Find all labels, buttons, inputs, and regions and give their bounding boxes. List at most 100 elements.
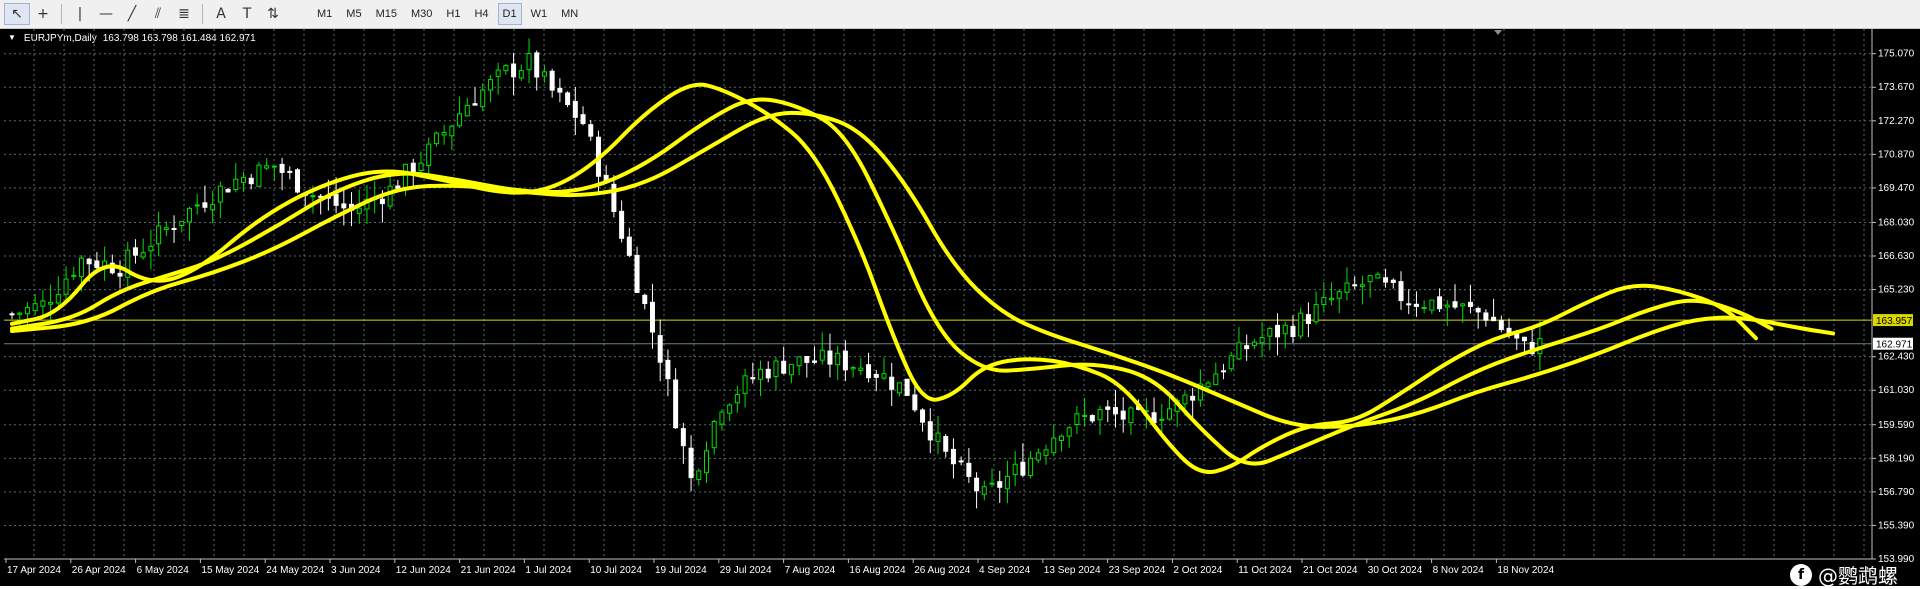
candle-body bbox=[1313, 304, 1319, 323]
price-chart[interactable]: 175.070 173.670 172.270 170.870 169.470 168.0… bbox=[0, 29, 1920, 586]
candle-body bbox=[549, 70, 555, 91]
candle-body bbox=[341, 203, 347, 209]
time-tick-label: 24 May 2024 bbox=[266, 565, 324, 576]
timeframe-m15-button[interactable]: M15 bbox=[371, 3, 402, 25]
candle-body bbox=[904, 378, 910, 396]
candle-body bbox=[248, 177, 254, 185]
candle-body bbox=[889, 376, 895, 390]
price-tick-label: 175.070 bbox=[1878, 49, 1915, 60]
candle-body bbox=[256, 164, 262, 187]
candle-body bbox=[271, 165, 277, 168]
price-tick-label: 168.030 bbox=[1878, 217, 1915, 228]
timeframe-m1-button[interactable]: M1 bbox=[312, 3, 337, 25]
candle-body bbox=[117, 272, 123, 277]
candle-body bbox=[94, 260, 100, 269]
candle-body bbox=[55, 294, 61, 304]
trendline-icon[interactable]: ╱ bbox=[119, 3, 145, 25]
candle-body bbox=[665, 359, 671, 380]
candle-body bbox=[63, 278, 69, 295]
candle-body bbox=[1467, 301, 1473, 308]
candle-body bbox=[534, 52, 540, 78]
candle-body bbox=[333, 193, 339, 206]
time-tick-label: 8 Nov 2024 bbox=[1433, 565, 1485, 576]
candle-body bbox=[1051, 437, 1057, 454]
candle-body bbox=[1437, 296, 1443, 310]
chart-window[interactable]: ▼ EURJPYm,Daily 163.798 163.798 161.484 … bbox=[0, 29, 1920, 589]
candle-body bbox=[264, 165, 270, 169]
candle-body bbox=[727, 404, 733, 414]
candle-body bbox=[140, 252, 146, 258]
vertical-line-icon[interactable]: | bbox=[67, 3, 93, 25]
timeframe-h4-button[interactable]: H4 bbox=[469, 3, 493, 25]
candle-body bbox=[1182, 394, 1188, 405]
candle-body bbox=[503, 65, 509, 72]
time-tick-label: 26 Apr 2024 bbox=[72, 565, 126, 576]
candle-body bbox=[1221, 370, 1227, 373]
candle-body bbox=[279, 163, 285, 173]
candle-body bbox=[1190, 395, 1196, 401]
price-tick-label: 170.870 bbox=[1878, 149, 1915, 160]
candle-body bbox=[966, 462, 972, 477]
candle-body bbox=[881, 373, 887, 379]
candle-body bbox=[225, 188, 231, 193]
candle-body bbox=[1167, 408, 1172, 420]
horizontal-line-icon[interactable]: — bbox=[93, 3, 119, 25]
time-tick-label: 17 Apr 2024 bbox=[7, 565, 61, 576]
candle-body bbox=[71, 274, 77, 277]
candle-body bbox=[1259, 337, 1265, 344]
candle-body bbox=[1367, 275, 1373, 283]
candle-body bbox=[194, 204, 200, 207]
candle-body bbox=[580, 114, 586, 125]
candle-body bbox=[649, 301, 655, 333]
timeframe-h1-button[interactable]: H1 bbox=[441, 3, 465, 25]
current-price-label: 162.971 bbox=[1876, 340, 1913, 351]
timeframe-mn-button[interactable]: MN bbox=[556, 3, 583, 25]
candle-body bbox=[696, 470, 702, 480]
candle-body bbox=[241, 176, 246, 183]
candle-body bbox=[1452, 301, 1458, 308]
candle-body bbox=[850, 366, 856, 370]
timeframe-w1-button[interactable]: W1 bbox=[526, 3, 553, 25]
watermark: f @鹦鹉螺 bbox=[1790, 560, 1898, 589]
price-tick-label: 159.590 bbox=[1878, 420, 1915, 431]
candle-body bbox=[17, 312, 23, 315]
timeframe-d1-button[interactable]: D1 bbox=[497, 3, 522, 25]
candle-body bbox=[1159, 418, 1165, 421]
crosshair-icon[interactable]: + bbox=[30, 3, 56, 25]
candle-body bbox=[680, 428, 686, 447]
timeframe-m5-button[interactable]: M5 bbox=[341, 3, 366, 25]
cursor-icon[interactable]: ↖ bbox=[4, 3, 30, 25]
candle-body bbox=[1413, 303, 1419, 307]
time-tick-label: 13 Sep 2024 bbox=[1044, 565, 1101, 576]
time-tick-label: 11 Oct 2024 bbox=[1238, 565, 1292, 576]
chart-shift-marker-icon[interactable] bbox=[1494, 30, 1502, 35]
candle-body bbox=[657, 335, 663, 363]
candle-body bbox=[688, 447, 694, 479]
candle-body bbox=[379, 198, 385, 205]
candle-body bbox=[1066, 427, 1072, 437]
time-tick-label: 26 Aug 2024 bbox=[914, 565, 971, 576]
candle-body bbox=[819, 349, 825, 361]
candle-body bbox=[526, 52, 532, 71]
arrows-icon[interactable]: ⇅ bbox=[260, 3, 286, 25]
text-label-icon[interactable]: T bbox=[234, 3, 260, 25]
time-tick-label: 29 Jul 2024 bbox=[720, 565, 772, 576]
candle-body bbox=[1058, 435, 1064, 441]
candle-body bbox=[1429, 299, 1435, 311]
fibonacci-icon[interactable]: ≣ bbox=[171, 3, 197, 25]
candle-body bbox=[457, 113, 463, 127]
price-tick-label: 155.390 bbox=[1878, 520, 1915, 531]
candle-body bbox=[1305, 314, 1311, 324]
candle-body bbox=[634, 254, 640, 293]
text-icon[interactable]: A bbox=[208, 3, 234, 25]
candle-body bbox=[974, 477, 980, 492]
time-tick-label: 19 Jul 2024 bbox=[655, 565, 707, 576]
time-tick-label: 30 Oct 2024 bbox=[1368, 565, 1423, 576]
candle-body bbox=[1043, 449, 1049, 456]
channel-icon[interactable]: ⫽ bbox=[145, 3, 171, 25]
candle-body bbox=[1244, 345, 1250, 350]
candle-body bbox=[943, 436, 949, 452]
timeframe-m30-button[interactable]: M30 bbox=[406, 3, 437, 25]
candle-body bbox=[356, 207, 362, 214]
candle-body bbox=[1329, 297, 1335, 301]
